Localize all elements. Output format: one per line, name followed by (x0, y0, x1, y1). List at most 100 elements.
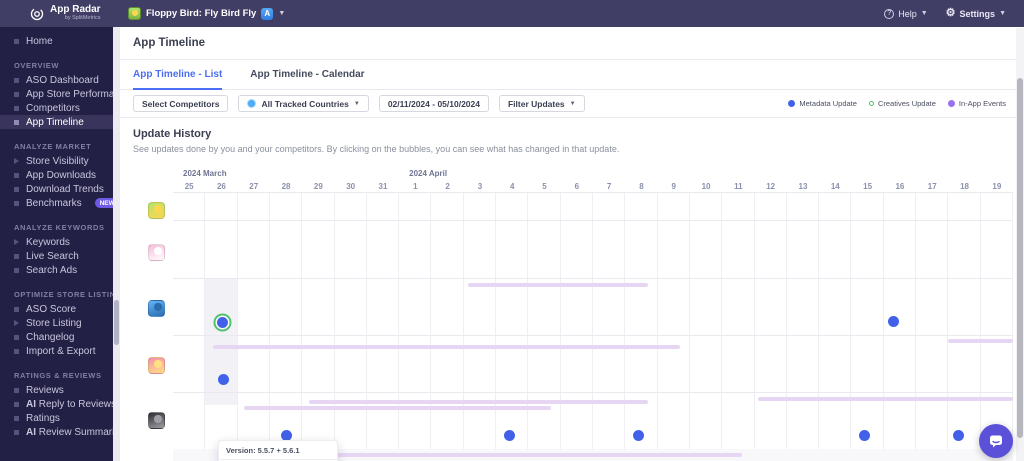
sidebar-item-live-search[interactable]: Live Search (0, 249, 113, 263)
bullet-icon (14, 172, 19, 178)
sidebar-item-app-store-performance[interactable]: App Store Performance (0, 87, 113, 101)
filter-updates-dropdown[interactable]: Filter Updates ▼ (498, 95, 585, 112)
sidebar-item-import-export[interactable]: Import & Export (0, 344, 113, 358)
grid-column (173, 192, 206, 461)
help-menu[interactable]: ? Help ▼ (884, 8, 928, 19)
settings-menu[interactable]: ⚙ Settings ▼ (946, 8, 1006, 19)
sidebar-item-aso-score[interactable]: ASO Score (0, 302, 113, 316)
main-scrollbar-thumb[interactable] (1017, 78, 1023, 438)
sidebar-item-app-timeline[interactable]: App Timeline (0, 115, 113, 129)
grid-column (690, 192, 723, 461)
chevron-down-icon: ▼ (353, 100, 360, 107)
competitor-app-icon (148, 299, 165, 317)
axis-day-label: 7 (606, 182, 612, 191)
bullet-icon (14, 253, 19, 259)
grid-column (981, 192, 1013, 461)
update-bubble[interactable] (632, 429, 644, 441)
sidebar-item-label: Keywords (26, 236, 70, 248)
update-bubble[interactable] (216, 316, 228, 328)
grid-column (302, 192, 335, 461)
sidebar-item-ai-reply-to-reviews[interactable]: AI Reply to Reviews (0, 397, 113, 411)
selected-app-name: Floppy Bird: Fly Bird Fly (146, 8, 257, 19)
sidebar-item-reviews[interactable]: Reviews (0, 383, 113, 397)
grid-column (722, 192, 755, 461)
chat-widget-button[interactable] (979, 424, 1013, 458)
legend-label: Creatives Update (877, 99, 936, 108)
axis-day-label: 3 (477, 182, 483, 191)
axis-day-label: 26 (216, 182, 226, 191)
update-bubble[interactable] (217, 373, 229, 385)
sidebar-item-home[interactable]: Home (0, 34, 113, 48)
app-selector[interactable]: Floppy Bird: Fly Bird Fly A ▼ (128, 7, 285, 20)
update-bubble[interactable] (858, 429, 870, 441)
legend-dot-icon (947, 100, 955, 107)
chevron-down-icon: ▼ (278, 10, 286, 17)
competitor-app-icon (148, 243, 165, 261)
in-app-events-bar[interactable] (948, 339, 1013, 343)
update-bubble[interactable] (280, 429, 292, 441)
sidebar-item-benchmarks[interactable]: Benchmarks NEW (0, 196, 113, 210)
axis-day-label: 6 (574, 182, 580, 191)
sidebar-item-download-trends[interactable]: Download Trends (0, 182, 113, 196)
update-history-chart: 2024 March 2024 April 25 26 27 28 29 30 31 1 2 3 4 5 6… (120, 165, 1024, 461)
legend-item-in-app-events[interactable]: In-App Events (947, 99, 1006, 108)
grid-column (335, 192, 367, 461)
in-app-events-bar[interactable] (213, 345, 681, 349)
in-app-events-bar[interactable] (467, 283, 648, 287)
sidebar-item-store-listing[interactable]: Store Listing (0, 316, 113, 330)
grid-column (948, 192, 981, 461)
legend-item-metadata-update[interactable]: Metadata Update (788, 99, 857, 108)
sidebar-item-app-downloads[interactable]: App Downloads (0, 168, 113, 182)
chevron-down-icon: ▼ (569, 100, 576, 107)
grid-column (916, 192, 949, 461)
sidebar-item-label: AI Reply to Reviews (26, 398, 113, 410)
axis-day-label: 18 (960, 182, 969, 191)
sidebar-item-competitors[interactable]: Competitors (0, 101, 113, 115)
update-bubble[interactable] (503, 429, 515, 441)
update-bubble[interactable] (887, 315, 899, 327)
sidebar-item-ai-review-summaries[interactable]: AI Review Summaries (0, 425, 113, 439)
date-range-label: 02/11/2024 - 05/10/2024 (387, 98, 480, 109)
in-app-events-bar[interactable] (308, 400, 648, 404)
date-range-picker[interactable]: 02/11/2024 - 05/10/2024 (378, 95, 489, 112)
competitor-app-icon (148, 356, 165, 374)
select-competitors-button[interactable]: Select Competitors (133, 95, 229, 112)
help-label: Help (898, 8, 917, 19)
axis-day-label: 15 (863, 182, 873, 191)
sidebar-item-store-visibility[interactable]: Store Visibility (0, 154, 113, 168)
settings-label: Settings (959, 8, 996, 19)
sidebar-item-label: ASO Dashboard (26, 74, 99, 86)
app-store-badge-icon: A (261, 7, 274, 20)
sidebar-item-changelog[interactable]: Changelog (0, 330, 113, 344)
update-bubble[interactable] (952, 429, 964, 441)
chart-grid (173, 192, 1013, 461)
sidebar-item-label: App Downloads (26, 169, 97, 181)
bullet-icon (14, 429, 19, 435)
sidebar-item-keywords[interactable]: Keywords (0, 235, 113, 249)
in-app-events-bar[interactable] (244, 406, 551, 410)
sidebar-item-ratings[interactable]: Ratings (0, 411, 113, 425)
in-app-events-bar[interactable] (757, 397, 1013, 401)
axis-day-label: 29 (313, 182, 323, 191)
axis-day-label: 30 (346, 182, 356, 191)
sidebar-item-search-ads[interactable]: Search Ads (0, 263, 113, 277)
sidebar-scrollbar-thumb[interactable] (114, 300, 119, 345)
grid-column (528, 192, 561, 461)
app-radar-logo[interactable]: App Radar by SplitMetrics (0, 5, 120, 22)
topbar: App Radar by SplitMetrics Floppy Bird: F… (0, 0, 1024, 27)
bullet-icon (14, 334, 19, 340)
axis-day-label: 14 (830, 182, 840, 191)
gear-icon: ⚙ (945, 7, 956, 19)
page-title: App Timeline (133, 37, 205, 49)
main-scrollbar[interactable] (1016, 28, 1024, 461)
tab-app-timeline-list[interactable]: App Timeline - List (133, 60, 223, 90)
sidebar-item-aso-dashboard[interactable]: ASO Dashboard (0, 73, 113, 87)
tab-app-timeline-calendar[interactable]: App Timeline - Calendar (250, 60, 364, 89)
countries-dropdown[interactable]: All Tracked Countries ▼ (238, 95, 369, 112)
legend-item-creatives-update[interactable]: Creatives Update (868, 99, 936, 108)
chevron-down-icon: ▼ (999, 10, 1006, 17)
in-app-events-bar[interactable] (276, 453, 742, 457)
sidebar-scrollbar[interactable] (113, 27, 120, 461)
sidebar-section-title: ANALYZE MARKET (14, 142, 92, 151)
sidebar-item-label: Home (26, 35, 53, 47)
